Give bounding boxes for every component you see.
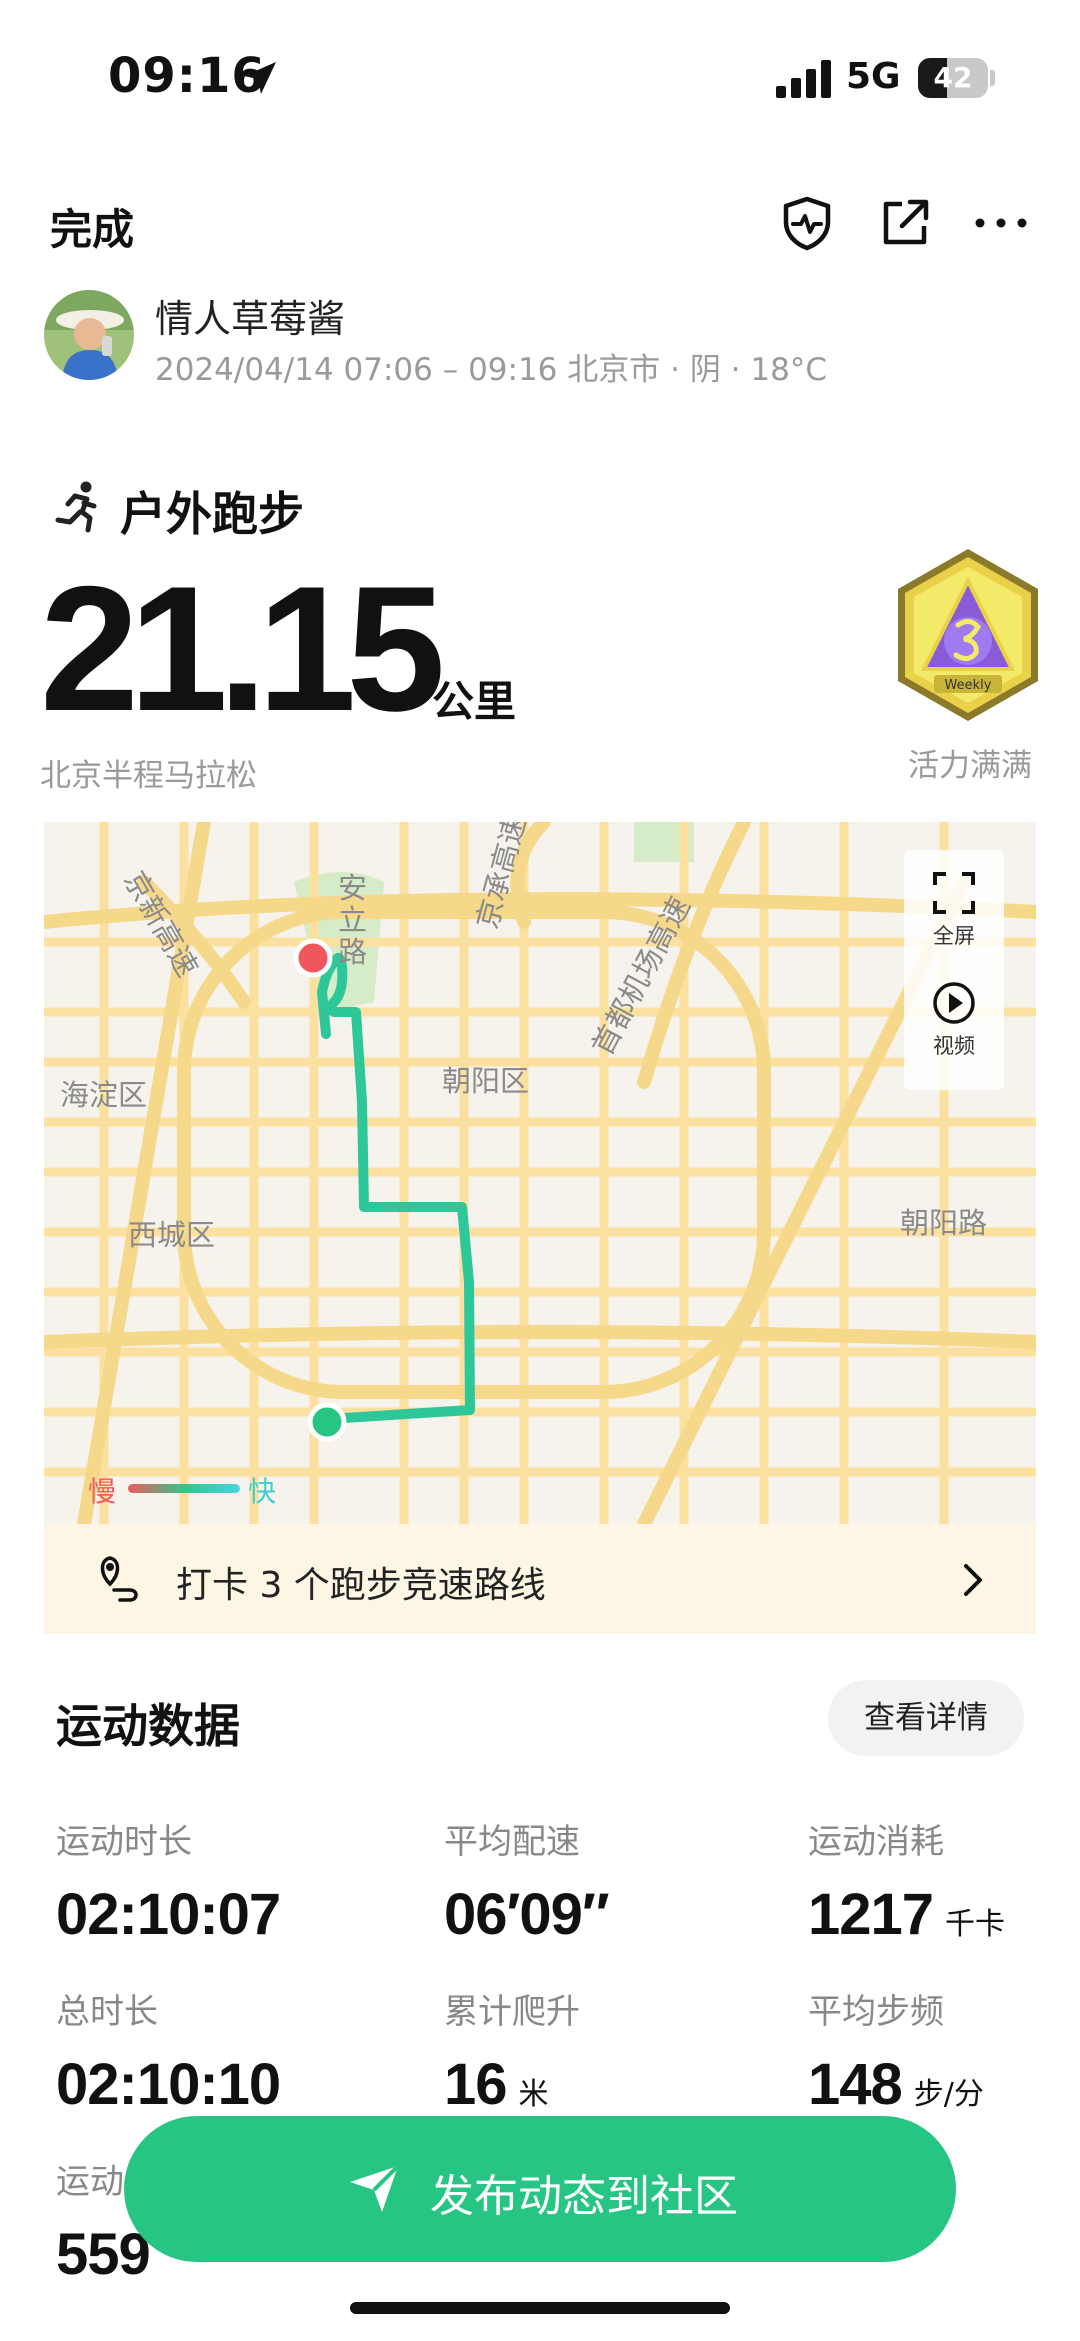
map-base (44, 822, 1036, 1524)
stat-label: 平均配速 (444, 1822, 580, 1862)
done-button[interactable]: 完成 (50, 196, 134, 257)
stat-total-time: 总时长 02:10:10 (56, 1984, 396, 2118)
stat-value: 02:10:10 (56, 2051, 396, 2118)
route-map[interactable]: 京新高速 安立路 京承高速 首都机场高速 海淀区 朝阳区 西城区 朝阳路 全屏 … (44, 822, 1036, 1524)
badge-text: Weekly (945, 678, 992, 693)
stat-number: 148 (808, 2052, 903, 2117)
share-icon[interactable] (876, 194, 934, 252)
activity-type: 户外跑步 (120, 487, 304, 541)
stat-value: 1217 千卡 (808, 1881, 1080, 1948)
stat-number: 02:10:10 (56, 2052, 281, 2117)
map-label: 西城区 (128, 1218, 216, 1252)
username[interactable]: 情人草莓酱 (155, 288, 345, 343)
view-details-button[interactable]: 查看详情 (828, 1680, 1024, 1756)
stat-value: 16 米 (444, 2051, 784, 2118)
checkin-text: 打卡 3 个跑步竞速路线 (176, 1565, 546, 1606)
send-icon (350, 2164, 400, 2212)
status-bar: 09:16 5G 42 (0, 0, 1080, 160)
stat-elevation: 累计爬升 16 米 (444, 1984, 784, 2118)
fullscreen-icon (933, 872, 975, 914)
home-indicator[interactable] (350, 2302, 730, 2314)
stat-label: 运动时长 (56, 1822, 192, 1862)
route-pin-icon (100, 1556, 138, 1602)
stat-value: 148 步/分 (808, 2051, 1080, 2118)
stat-duration: 运动时长 02:10:07 (56, 1814, 396, 1948)
weekly-badge-icon[interactable]: Weekly (888, 545, 1048, 725)
pace-legend-bar (128, 1484, 240, 1493)
cellular-signal-icon (776, 60, 831, 98)
network-type: 5G (846, 56, 901, 97)
section-title: 运动数据 (56, 1699, 240, 1753)
avatar[interactable] (44, 290, 134, 380)
publish-label: 发布动态到社区 (430, 2171, 738, 2222)
map-label: 海淀区 (60, 1078, 148, 1112)
stat-unit: 千卡 (945, 1907, 1006, 1942)
checkin-row[interactable]: 打卡 3 个跑步竞速路线 (44, 1524, 1036, 1634)
stat-label: 总时长 (56, 1992, 158, 2032)
map-label: 朝阳区 (442, 1064, 530, 1098)
stat-number: 06′09″ (444, 1882, 610, 1947)
map-label: 朝阳路 (900, 1206, 988, 1240)
stat-value: 06′09″ (444, 1881, 784, 1948)
location-arrow-icon (244, 62, 276, 94)
map-controls: 全屏 视频 (904, 850, 1004, 1090)
fullscreen-button[interactable]: 全屏 (904, 870, 1004, 950)
distance-value: 21.15 (40, 549, 445, 748)
stat-avg-pace: 平均配速 06′09″ (444, 1814, 784, 1948)
chevron-right-icon (964, 1564, 982, 1596)
route-end-marker (293, 938, 333, 978)
publish-button[interactable]: 发布动态到社区 (124, 2116, 956, 2262)
avatar-image (44, 290, 134, 380)
legend-slow: 慢 (88, 1475, 117, 1508)
battery-icon: 42 (918, 58, 988, 98)
route-start-marker (307, 1402, 347, 1442)
stat-calories: 运动消耗 1217 千卡 (808, 1814, 1080, 1948)
play-icon (933, 982, 975, 1024)
stat-label: 平均步频 (808, 1992, 944, 2032)
stat-unit: 步/分 (913, 2077, 984, 2112)
stat-cadence: 平均步频 148 步/分 (808, 1984, 1080, 2118)
running-icon (55, 481, 97, 533)
fullscreen-label: 全屏 (933, 924, 975, 948)
stat-label: 运动消耗 (808, 1822, 944, 1862)
badge-label: 活力满满 (908, 748, 1032, 784)
battery-cap (990, 70, 995, 86)
stat-number: 559 (56, 2222, 151, 2287)
activity-meta: 2024/04/14 07:06 – 09:16 北京市 · 阴 · 18°C (155, 352, 827, 388)
stat-label: 累计爬升 (444, 1992, 580, 2032)
battery-level: 42 (933, 61, 973, 94)
stat-value: 02:10:07 (56, 1881, 396, 1948)
legend-fast: 快 (248, 1475, 277, 1508)
stat-unit: 米 (518, 2077, 549, 2112)
stat-number: 02:10:07 (56, 1882, 281, 1947)
stat-number: 1217 (808, 1882, 934, 1947)
distance-unit: 公里 (432, 677, 517, 726)
shield-heartbeat-icon[interactable] (778, 194, 836, 252)
stat-number: 16 (444, 2052, 508, 2117)
video-button[interactable]: 视频 (904, 980, 1004, 1060)
video-label: 视频 (933, 1034, 975, 1058)
more-icon[interactable] (972, 194, 1030, 252)
event-name: 北京半程马拉松 (40, 758, 257, 794)
map-label: 安立路 (338, 871, 368, 969)
